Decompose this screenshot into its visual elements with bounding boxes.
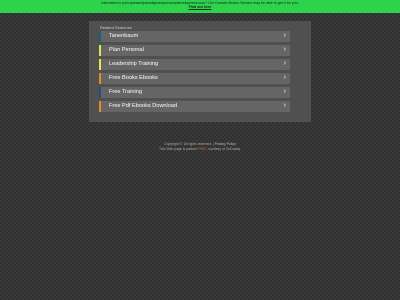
panel-title: Related Searches — [100, 25, 132, 30]
search-item-label: Tanenbaum — [109, 33, 139, 39]
copyright-text: Copyright ©. All rights reserved. — [164, 142, 212, 146]
search-item-plan-personal[interactable]: Plan Personal › — [99, 45, 290, 56]
search-item-label: Free Pdf Ebooks Download — [109, 103, 178, 109]
chevron-right-icon: › — [283, 88, 286, 95]
search-item-tanenbaum[interactable]: Tanenbaum › — [99, 31, 290, 42]
chevron-right-icon: › — [283, 74, 286, 81]
related-searches-panel: Related Searches Tanenbaum › Plan Person… — [89, 21, 311, 122]
domain-broker-banner: Interested in principlesandparadigmsofpe… — [0, 0, 400, 13]
page-footer: Copyright ©. All rights reserved. | Priv… — [0, 142, 400, 151]
chevron-right-icon: › — [283, 102, 286, 109]
search-item-label: Plan Personal — [109, 47, 144, 53]
courtesy-text: , courtesy of GoDaddy. — [206, 146, 241, 151]
free-link[interactable]: FREE — [197, 147, 206, 151]
chevron-right-icon: › — [283, 32, 286, 39]
find-out-here-link[interactable]: Find out here — [0, 5, 400, 9]
search-item-label: Free Books Ebooks — [109, 75, 158, 81]
privacy-policy-link[interactable]: Privacy Policy — [215, 142, 236, 146]
search-item-label: Leadership Training — [109, 61, 159, 67]
footer-separator: | — [212, 142, 214, 146]
search-item-leadership-training[interactable]: Leadership Training › — [99, 59, 290, 70]
search-item-free-pdf-ebooks-download[interactable]: Free Pdf Ebooks Download › — [99, 101, 290, 112]
search-item-label: Free Training — [109, 89, 142, 95]
chevron-right-icon: › — [283, 60, 286, 67]
search-item-free-books-ebooks[interactable]: Free Books Ebooks › — [99, 73, 290, 84]
search-item-free-training[interactable]: Free Training › — [99, 87, 290, 98]
parked-text: This Web page is parked — [159, 146, 197, 151]
chevron-right-icon: › — [283, 46, 286, 53]
